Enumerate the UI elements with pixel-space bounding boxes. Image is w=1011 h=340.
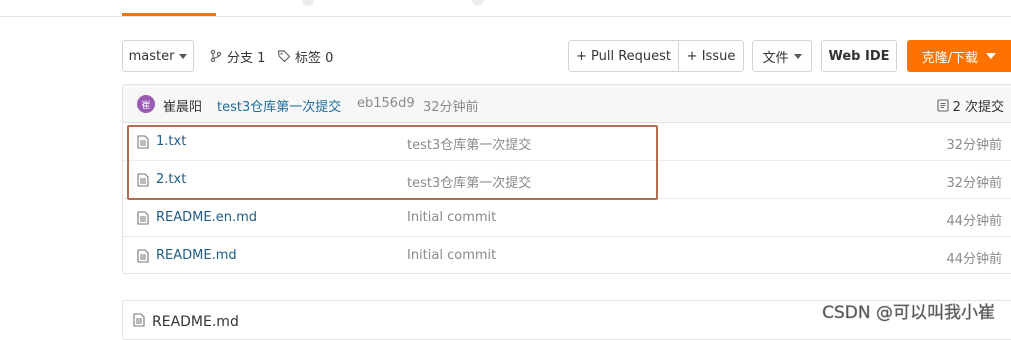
commit-count-link[interactable]: 2 次提交 xyxy=(937,96,1004,115)
tab-icon xyxy=(302,0,314,6)
latest-commit-bar: 崔 崔晨阳 test3仓库第一次提交 eb156d9 32分钟前 2 次提交 xyxy=(123,85,1011,123)
table-row[interactable]: README.md Initial commit 44分钟前 xyxy=(123,237,1011,275)
file-list: 崔 崔晨阳 test3仓库第一次提交 eb156d9 32分钟前 2 次提交 1… xyxy=(122,84,1011,274)
chevron-down-icon xyxy=(793,53,802,59)
commit-count-label: 2 次提交 xyxy=(952,100,1004,115)
file-name-link[interactable]: 1.txt xyxy=(156,134,186,149)
table-row[interactable]: 2.txt test3仓库第一次提交 32分钟前 xyxy=(123,161,1011,199)
chevron-down-icon xyxy=(986,53,997,59)
commits-icon xyxy=(937,99,949,112)
new-issue-button[interactable]: + Issue xyxy=(679,41,743,71)
tag-icon xyxy=(277,50,291,63)
readme-file-icon xyxy=(133,313,145,327)
file-menu-button[interactable]: 文件 xyxy=(752,40,812,72)
branches-count: 分支 1 xyxy=(227,50,266,66)
file-icon xyxy=(137,249,149,263)
file-icon xyxy=(137,173,149,187)
commit-hash-link[interactable]: eb156d9 xyxy=(357,96,415,111)
file-commit-message[interactable]: Initial commit xyxy=(407,248,496,263)
file-name-link[interactable]: README.en.md xyxy=(156,210,257,225)
active-tab-indicator xyxy=(122,13,216,16)
file-commit-message[interactable]: test3仓库第一次提交 xyxy=(407,172,531,191)
file-commit-time: 44分钟前 xyxy=(946,252,1002,267)
commit-message-link[interactable]: test3仓库第一次提交 xyxy=(217,96,341,115)
readme-title: README.md xyxy=(152,314,239,330)
branch-select-button[interactable]: master xyxy=(122,40,194,72)
file-commit-time: 44分钟前 xyxy=(946,214,1002,229)
file-menu-label: 文件 xyxy=(762,50,789,66)
branches-link[interactable]: 分支 1 xyxy=(209,40,265,72)
watermark: CSDN @可以叫我小崔 xyxy=(822,298,995,323)
commit-author[interactable]: 崔晨阳 xyxy=(163,96,202,115)
file-commit-message[interactable]: Initial commit xyxy=(407,210,496,225)
commit-time: 32分钟前 xyxy=(423,100,479,115)
clone-download-label: 克隆/下载 xyxy=(921,50,979,66)
tags-count: 标签 0 xyxy=(295,50,334,66)
file-name-link[interactable]: README.md xyxy=(156,248,237,263)
pr-issue-button-group: + Pull Request + Issue xyxy=(568,40,744,72)
new-pull-request-button[interactable]: + Pull Request xyxy=(569,41,679,71)
file-commit-time: 32分钟前 xyxy=(946,176,1002,191)
web-ide-button[interactable]: Web IDE xyxy=(821,40,897,72)
file-name-link[interactable]: 2.txt xyxy=(156,172,186,187)
table-row[interactable]: 1.txt test3仓库第一次提交 32分钟前 xyxy=(123,123,1011,161)
repo-tab-strip xyxy=(0,0,1011,17)
branch-icon xyxy=(210,49,222,63)
watermark-text: CSDN @可以叫我小崔 xyxy=(822,303,995,323)
tags-link[interactable]: 标签 0 xyxy=(277,40,333,72)
file-icon xyxy=(137,135,149,149)
chevron-down-icon xyxy=(179,53,188,59)
file-commit-time: 32分钟前 xyxy=(946,138,1002,153)
tab-icon xyxy=(472,0,484,6)
file-commit-message[interactable]: test3仓库第一次提交 xyxy=(407,134,531,153)
file-icon xyxy=(137,211,149,225)
branch-label: master xyxy=(128,48,175,64)
clone-download-button[interactable]: 克隆/下载 xyxy=(907,40,1011,72)
avatar[interactable]: 崔 xyxy=(137,95,155,113)
table-row[interactable]: README.en.md Initial commit 44分钟前 xyxy=(123,199,1011,237)
